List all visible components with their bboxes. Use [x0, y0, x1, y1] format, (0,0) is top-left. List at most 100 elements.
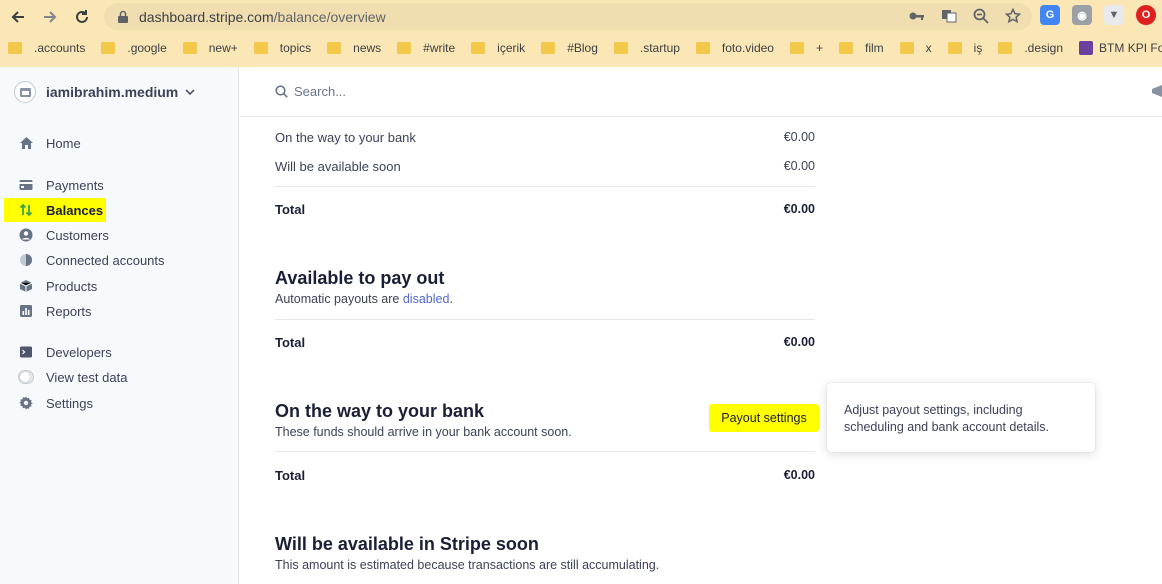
folder-icon: [101, 42, 116, 54]
lock-icon: [118, 10, 128, 23]
stripe-soon-subtitle: This amount is estimated because transac…: [275, 558, 660, 572]
bookmark-item[interactable]: BTM KPI Formu: [1071, 36, 1162, 60]
total-amount: €0.00: [783, 468, 815, 482]
folder-icon: [838, 42, 853, 54]
bookmark-item[interactable]: +: [782, 36, 831, 60]
opera-extension-icon[interactable]: O: [1136, 5, 1156, 25]
folder-icon: [695, 42, 710, 54]
total-amount: €0.00: [783, 335, 815, 349]
top-bar: Search...: [240, 67, 1162, 117]
sidebar-item-label: Customers: [46, 227, 109, 243]
bookmark-item[interactable]: film: [831, 36, 892, 60]
row-amount: €0.00: [783, 159, 815, 173]
back-button[interactable]: [4, 3, 32, 31]
on-the-way-subtitle: These funds should arrive in your bank a…: [275, 425, 572, 439]
arrow-right-icon: [44, 10, 57, 23]
folder-icon: [182, 42, 197, 54]
sidebar-item-label: View test data: [46, 369, 128, 385]
folder-icon: [613, 42, 628, 54]
folder-icon: [471, 42, 486, 54]
forward-button[interactable]: [36, 3, 64, 31]
bookmark-label: x: [925, 41, 932, 55]
balances-icon: [18, 202, 34, 218]
available-subtitle: Automatic payouts are disabled.: [275, 292, 453, 306]
bookmark-label: #Blog: [567, 41, 598, 55]
summary-row: Will be available soon €0.00: [275, 152, 815, 180]
folder-icon: [253, 42, 268, 54]
bookmark-item[interactable]: new+: [175, 36, 246, 60]
divider: [275, 319, 815, 320]
user-extension-icon[interactable]: ◉: [1072, 5, 1092, 25]
payout-settings-button[interactable]: Payout settings: [709, 404, 819, 432]
bookmark-item[interactable]: news: [319, 36, 389, 60]
folder-icon: [998, 42, 1013, 54]
bookmark-item[interactable]: foto.video: [688, 36, 782, 60]
sidebar-item-label: Balances: [46, 202, 104, 218]
bookmark-label: iş: [973, 41, 983, 55]
divider: [275, 186, 815, 187]
shield-extension-icon[interactable]: ▼: [1104, 5, 1124, 25]
summary-row: On the way to your bank €0.00: [275, 123, 815, 151]
folder-icon: [327, 42, 342, 54]
terminal-icon: [18, 344, 34, 360]
translate-icon[interactable]: [940, 7, 958, 25]
disabled-link[interactable]: disabled: [403, 292, 450, 306]
sidebar-item-label: Settings: [46, 395, 93, 411]
bookmark-item[interactable]: #Blog: [533, 36, 606, 60]
bookmark-label: topics: [279, 41, 312, 55]
on-the-way-title: On the way to your bank: [275, 401, 485, 421]
search-icon: [275, 85, 288, 98]
bookmark-label: film: [864, 41, 884, 55]
bookmark-item[interactable]: içerik: [463, 36, 533, 60]
reload-button[interactable]: [68, 3, 96, 31]
row-label: On the way to your bank: [275, 129, 416, 145]
bookmark-item[interactable]: .accounts: [0, 36, 93, 60]
sidebar-item-label: Connected accounts: [46, 252, 165, 268]
bookmark-item[interactable]: topics: [246, 36, 319, 60]
row-label: Will be available soon: [275, 158, 401, 174]
available-title: Available to pay out: [275, 268, 445, 288]
stripe-soon-title: Will be available in Stripe soon: [275, 534, 539, 554]
google-translate-extension-icon[interactable]: G: [1040, 5, 1060, 25]
toggle-switch[interactable]: [18, 369, 34, 385]
connected-accounts-icon: [18, 252, 34, 268]
bookmark-item[interactable]: iş: [940, 36, 991, 60]
box-icon: [18, 278, 34, 294]
folder-icon: [789, 42, 804, 54]
bookmark-item[interactable]: x: [892, 36, 940, 60]
account-switcher[interactable]: iamibrahim.medium: [14, 81, 196, 103]
available-subtitle-suffix: .: [449, 292, 453, 306]
address-bar[interactable]: dashboard.stripe.com/balance/overview: [104, 3, 1032, 30]
bookmark-item[interactable]: .design: [990, 36, 1071, 60]
megaphone-icon[interactable]: [1150, 84, 1162, 98]
bookmark-item[interactable]: #write: [389, 36, 463, 60]
bookmark-item[interactable]: .startup: [606, 36, 688, 60]
key-icon[interactable]: [908, 7, 926, 25]
total-label: Total: [275, 334, 306, 350]
bookmark-label: new+: [208, 41, 238, 55]
zoom-icon[interactable]: [972, 7, 990, 25]
gear-icon: [18, 395, 34, 411]
stripe-dashboard: iamibrahim.medium Home Payments Balances…: [0, 67, 1162, 584]
folder-icon: [947, 42, 962, 54]
payments-icon: [18, 177, 34, 193]
bookmark-label: .design: [1024, 41, 1064, 55]
search-input[interactable]: Search...: [275, 84, 346, 99]
store-icon: [14, 81, 36, 103]
star-icon[interactable]: [1004, 7, 1022, 25]
bookmark-label: .google: [127, 41, 167, 55]
bookmark-label: foto.video: [721, 41, 774, 55]
balance-content: On the way to your bank €0.00 Will be av…: [240, 118, 1162, 584]
form-icon: [1079, 41, 1094, 55]
account-name: iamibrahim.medium: [46, 84, 179, 100]
browser-chrome: dashboard.stripe.com/balance/overview G …: [0, 0, 1162, 67]
sidebar-item-label: Products: [46, 278, 98, 294]
summary-total-row: Total €0.00: [275, 195, 815, 223]
bookmark-item[interactable]: .google: [93, 36, 174, 60]
folder-icon: [8, 42, 22, 54]
bookmark-label: içerik: [497, 41, 526, 55]
bookmark-label: .startup: [639, 41, 680, 55]
sidebar: iamibrahim.medium Home Payments Balances…: [0, 67, 239, 584]
browser-toolbar: dashboard.stripe.com/balance/overview G …: [0, 0, 1162, 33]
bookmark-label: +: [815, 41, 823, 55]
